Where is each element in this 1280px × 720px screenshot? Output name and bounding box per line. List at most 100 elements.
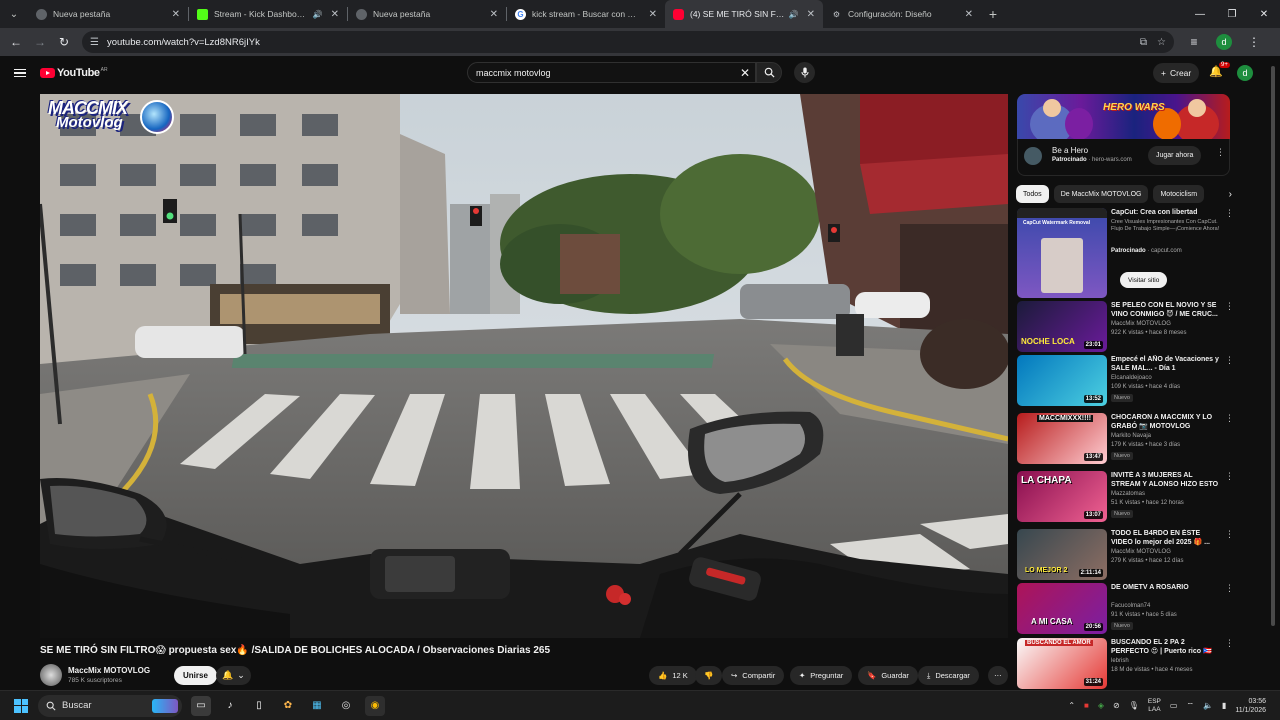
browser-tab[interactable]: Nueva pestaña ✕ bbox=[348, 0, 506, 28]
scrollbar-thumb[interactable] bbox=[1271, 66, 1275, 626]
clear-search-icon[interactable]: ✕ bbox=[735, 66, 755, 80]
site-info-icon[interactable]: ☰ bbox=[90, 37, 99, 48]
address-bar[interactable]: ☰ youtube.com/watch?v=Lzd8NR6jIYk ⧉ ☆ bbox=[82, 31, 1174, 53]
recommended-video-item[interactable]: LA CHAPA 13:07 INVITÉ A 3 MUJERES AL STR… bbox=[1016, 471, 1240, 523]
recommended-video-item[interactable]: A MI CASA 20:56 DE OMETV A ROSARIO Facuc… bbox=[1016, 583, 1240, 635]
recommended-video-item[interactable]: BUSCANDO EL AMOR 31:24 BUSCANDO EL 2 PA … bbox=[1016, 638, 1240, 690]
video-title[interactable]: Empecé el AÑO de Vacaciones y SALE MAL..… bbox=[1111, 355, 1221, 373]
dislike-button[interactable]: 👎 bbox=[695, 666, 723, 685]
video-title[interactable]: INVITÉ A 3 MUJERES AL STREAM Y ALONSO HI… bbox=[1111, 471, 1221, 489]
more-vertical-icon[interactable]: ⋮ bbox=[1225, 301, 1234, 312]
search-input[interactable]: maccmix motovlog ✕ bbox=[467, 62, 756, 83]
youtube-logo[interactable]: YouTube AR bbox=[40, 67, 108, 79]
close-tab-icon[interactable]: ✕ bbox=[965, 9, 973, 20]
speaker-icon[interactable]: 🔊 bbox=[789, 10, 799, 19]
visit-site-button[interactable]: Visitar sitio bbox=[1120, 272, 1168, 288]
video-thumbnail[interactable]: A MI CASA 20:56 bbox=[1017, 583, 1107, 634]
copilot-icon[interactable]: ✿ bbox=[278, 696, 298, 716]
save-button[interactable]: 🔖 Guardar bbox=[858, 666, 918, 685]
reload-icon[interactable]: ↻ bbox=[52, 35, 76, 49]
back-arrow-icon[interactable]: ← bbox=[4, 35, 28, 49]
browser-tab-active[interactable]: (4) SE ME TIRÓ SIN FILTRO😱 🔊 ✕ bbox=[665, 0, 823, 28]
windows-start-icon[interactable] bbox=[14, 698, 28, 713]
ad-banner-image[interactable]: HERO WARS bbox=[1017, 94, 1230, 139]
file-icon[interactable]: ▯ bbox=[249, 696, 269, 716]
recommended-video-item[interactable]: NOCHE LOCA 23:01 SE PELEÓ CON EL NOVIO Y… bbox=[1016, 301, 1240, 353]
new-tab-button[interactable]: + bbox=[981, 6, 1005, 22]
sponsored-thumbnail[interactable]: CapCut Watermark Removal bbox=[1017, 208, 1107, 298]
close-window-icon[interactable]: ✕ bbox=[1248, 9, 1280, 20]
page-scrollbar[interactable] bbox=[1270, 62, 1276, 682]
close-tab-icon[interactable]: ✕ bbox=[172, 9, 180, 20]
taskbar-search[interactable]: Buscar bbox=[38, 694, 182, 717]
microphone-tray-icon[interactable]: 🎙 bbox=[1129, 701, 1139, 710]
more-vertical-icon[interactable]: ⋮ bbox=[1225, 355, 1234, 366]
task-view-icon[interactable]: ▭ bbox=[191, 695, 211, 716]
channel-avatar[interactable] bbox=[40, 664, 62, 686]
browser-tab[interactable]: Nueva pestaña ✕ bbox=[28, 0, 188, 28]
channel-name[interactable]: MaccMix MOTOVLOG bbox=[1111, 321, 1171, 327]
chrome-menu-icon[interactable]: ⋮ bbox=[1242, 35, 1266, 49]
more-vertical-icon[interactable]: ⋮ bbox=[1225, 583, 1234, 594]
like-button[interactable]: 👍 12 K bbox=[649, 666, 697, 685]
video-player[interactable] bbox=[40, 94, 1008, 638]
ask-button[interactable]: ✦ Preguntar bbox=[790, 666, 853, 685]
battery-icon[interactable]: ▮ bbox=[1222, 701, 1226, 710]
maximize-icon[interactable]: ❐ bbox=[1216, 9, 1248, 20]
recommended-video-item[interactable]: 13:52 Empecé el AÑO de Vacaciones y SALE… bbox=[1016, 355, 1240, 407]
channel-name[interactable]: Markito Navaja bbox=[1111, 433, 1151, 439]
video-thumbnail[interactable]: NOCHE LOCA 23:01 bbox=[1017, 301, 1107, 352]
video-thumbnail[interactable]: 13:52 bbox=[1017, 355, 1107, 406]
tray-app-icon[interactable]: ■ bbox=[1084, 701, 1089, 710]
close-tab-icon[interactable]: ✕ bbox=[490, 9, 498, 20]
create-button[interactable]: + Crear bbox=[1153, 63, 1200, 83]
input-language[interactable]: ESP LAA bbox=[1148, 698, 1161, 714]
recommended-video-item[interactable]: MACCMIXXX!!!! 13:47 CHOCARON A MACCMIX Y… bbox=[1016, 413, 1240, 465]
channel-name[interactable]: Mazzatomas bbox=[1111, 491, 1145, 497]
video-thumbnail[interactable]: BUSCANDO EL AMOR 31:24 bbox=[1017, 638, 1107, 689]
subscribed-bell-button[interactable]: 🔔 ⌄ bbox=[216, 666, 251, 685]
close-tab-icon[interactable]: ✕ bbox=[649, 9, 657, 20]
show-hidden-icons-chevron-icon[interactable]: ⌃ bbox=[1068, 701, 1075, 710]
share-button[interactable]: ↪ Compartir bbox=[722, 666, 785, 685]
sponsored-video-item[interactable]: CapCut Watermark Removal CapCut: Crea co… bbox=[1016, 208, 1240, 298]
channel-name[interactable]: lebrish bbox=[1111, 658, 1129, 664]
play-now-button[interactable]: Jugar ahora bbox=[1148, 146, 1202, 165]
channel-name[interactable]: Elcanaldejoaco bbox=[1111, 375, 1152, 381]
search-query[interactable]: maccmix motovlog bbox=[476, 68, 735, 78]
more-vertical-icon[interactable]: ⋮ bbox=[1225, 638, 1234, 649]
voice-search-button[interactable] bbox=[794, 62, 815, 83]
chip-motorcycling[interactable]: Motociclism bbox=[1153, 185, 1205, 203]
chip-channel[interactable]: De MaccMix MOTOVLOG bbox=[1053, 185, 1149, 203]
more-vertical-icon[interactable]: ⋮ bbox=[1216, 147, 1225, 158]
more-vertical-icon[interactable]: ⋮ bbox=[1225, 413, 1234, 424]
obs-icon[interactable]: ◎ bbox=[336, 696, 356, 716]
browser-tab[interactable]: ⚙ Configuración: Diseño ✕ bbox=[823, 0, 981, 28]
video-title[interactable]: DE OMETV A ROSARIO bbox=[1111, 583, 1221, 592]
url-text[interactable]: youtube.com/watch?v=Lzd8NR6jIYk bbox=[107, 37, 1130, 48]
close-tab-icon[interactable]: ✕ bbox=[331, 9, 339, 20]
channel-name[interactable]: MaccMix MOTOVLOG bbox=[68, 666, 150, 675]
volume-icon[interactable]: 🔈 bbox=[1203, 701, 1213, 710]
download-button[interactable]: ⤓ Descargar bbox=[918, 666, 979, 685]
more-vertical-icon[interactable]: ⋮ bbox=[1225, 529, 1234, 540]
display-icon[interactable]: ▭ bbox=[1170, 701, 1178, 710]
video-title[interactable]: CapCut: Crea con libertad bbox=[1111, 208, 1221, 217]
hamburger-menu-icon[interactable] bbox=[14, 68, 26, 78]
join-button[interactable]: Unirse bbox=[174, 666, 217, 685]
browser-tab[interactable]: G kick stream - Buscar con Google ✕ bbox=[507, 0, 665, 28]
chip-all[interactable]: Todos bbox=[1016, 185, 1049, 203]
security-icon[interactable]: ◈ bbox=[1098, 701, 1104, 710]
video-title[interactable]: SE PELEÓ CON EL NOVIO Y SE VINO CONMIGO … bbox=[1111, 301, 1221, 319]
browser-tab[interactable]: Stream - Kick Dashboard 🔊 ✕ bbox=[189, 0, 347, 28]
video-thumbnail[interactable]: MACCMIXXX!!!! 13:47 bbox=[1017, 413, 1107, 464]
chevron-right-icon[interactable]: › bbox=[1229, 185, 1232, 203]
store-icon[interactable]: ▦ bbox=[307, 696, 327, 716]
video-title[interactable]: BUSCANDO EL 2 PA 2 PERFECTO 😍 | Puerto r… bbox=[1111, 638, 1221, 656]
chrome-taskbar-icon[interactable]: ◉ bbox=[365, 695, 385, 716]
network-muted-icon[interactable]: ⊘ bbox=[1113, 701, 1120, 710]
channel-name[interactable]: Facucolman74 bbox=[1111, 603, 1150, 609]
more-vertical-icon[interactable]: ⋮ bbox=[1225, 208, 1234, 219]
taskbar-clock[interactable]: 03:56 11/1/2026 bbox=[1235, 697, 1266, 715]
more-actions-button[interactable]: ⋯ bbox=[988, 666, 1008, 685]
